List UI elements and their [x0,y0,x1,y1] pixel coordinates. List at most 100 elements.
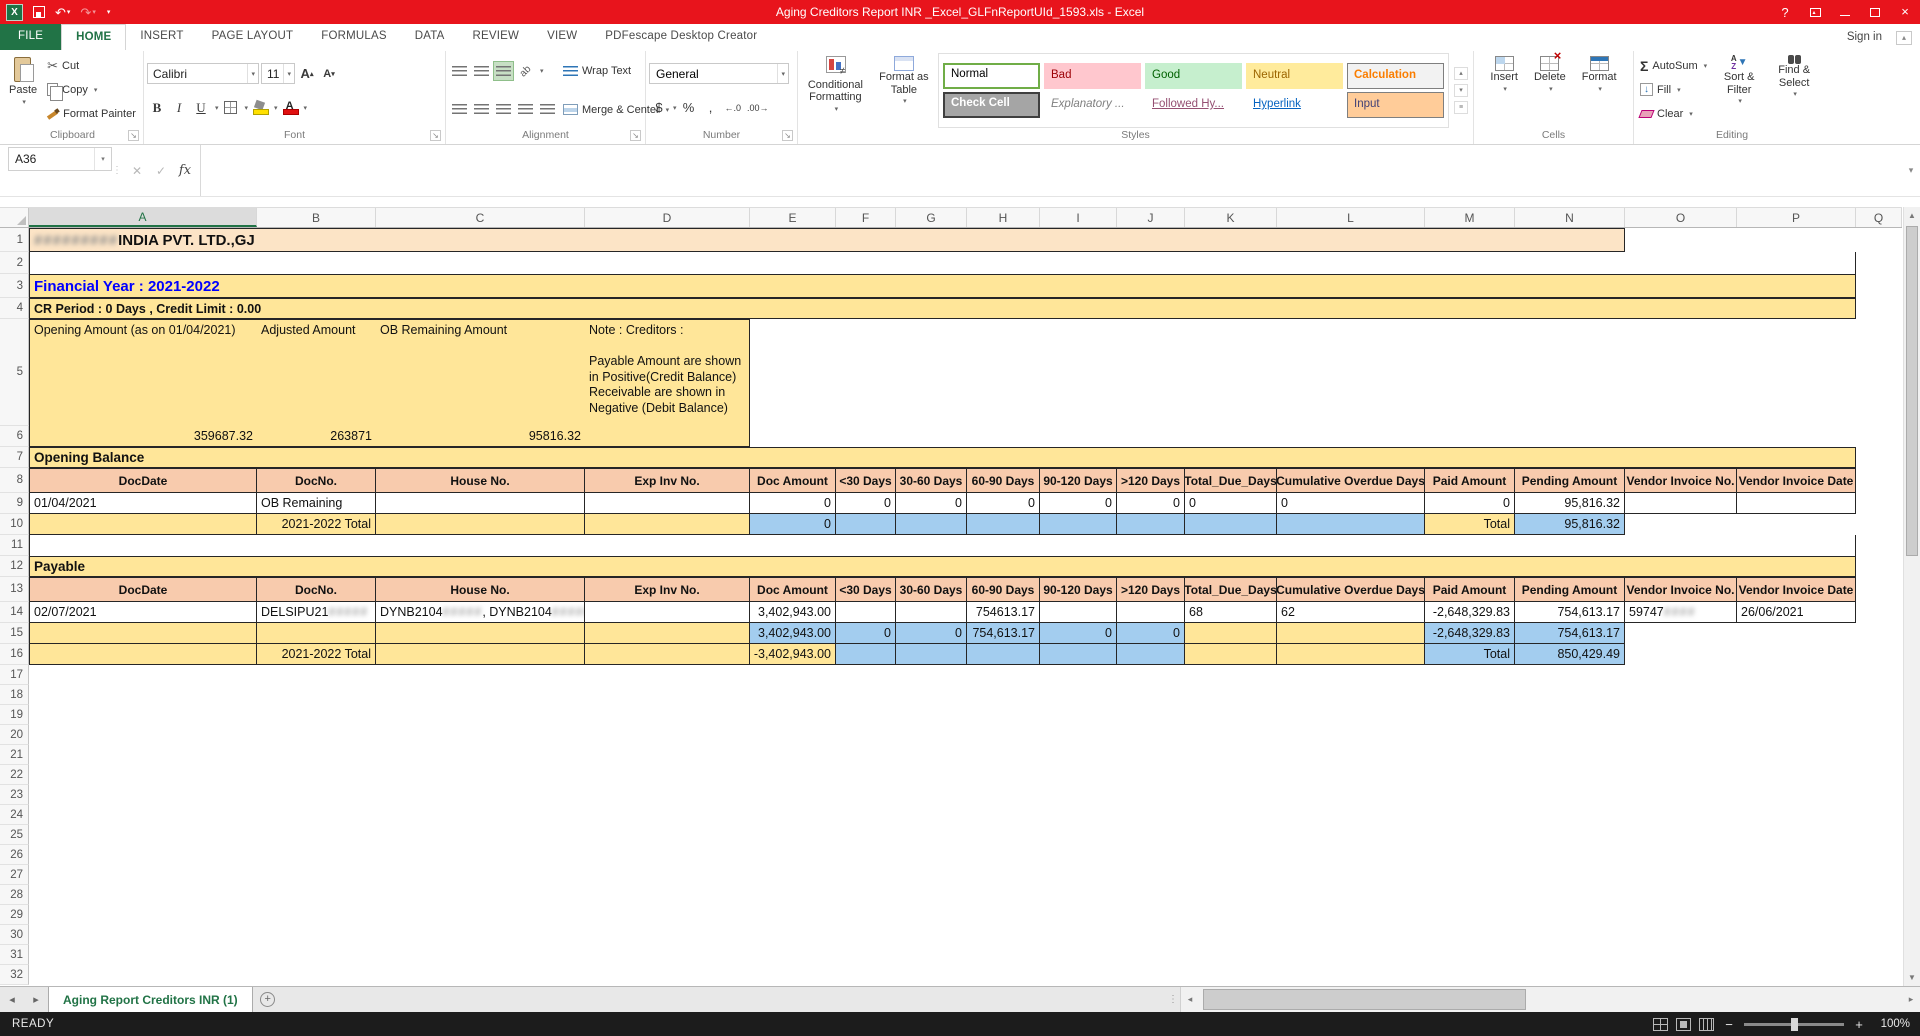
cell-O8[interactable]: Vendor Invoice No. [1625,468,1737,493]
cell-A1[interactable]: ######### INDIA PVT. LTD.,GJ [29,228,1625,252]
cell-A4[interactable]: CR Period : 0 Days , Credit Limit : 0.00 [29,298,1856,319]
name-box-dropdown-icon[interactable]: ▾ [94,148,111,170]
cell-L15[interactable] [1277,623,1425,644]
row-header-20[interactable]: 20 [0,725,29,745]
column-header-H[interactable]: H [967,208,1040,227]
confirm-entry-icon[interactable]: ✓ [150,164,172,178]
cell-I10[interactable] [1040,514,1117,535]
row-header-1[interactable]: 1 [0,228,29,252]
row-header-18[interactable]: 18 [0,685,29,705]
cell-P13[interactable]: Vendor Invoice Date [1737,577,1856,602]
cell-A11[interactable] [29,535,1856,556]
cell-I13[interactable]: 90-120 Days [1040,577,1117,602]
zoom-level[interactable]: 100% [1874,1018,1910,1030]
restore-button[interactable] [1860,0,1890,24]
cell-J14[interactable] [1117,602,1185,623]
cell-A7[interactable]: Opening Balance [29,447,1856,468]
row-header-32[interactable]: 32 [0,965,29,985]
font-dialog-launcher[interactable]: ↘ [430,130,441,141]
cell-C13[interactable]: House No. [376,577,585,602]
cell-style-hyp[interactable]: Hyperlink [1246,92,1343,118]
cell-N10[interactable]: 95,816.32 [1515,514,1625,535]
cell-E15[interactable]: 3,402,943.00 [750,623,836,644]
tab-insert[interactable]: INSERT [126,24,197,50]
cell-M15[interactable]: -2,648,329.83 [1425,623,1515,644]
row-header-22[interactable]: 22 [0,765,29,785]
cell-C10[interactable] [376,514,585,535]
cell-style-good[interactable]: Good [1145,63,1242,89]
format-as-table-button[interactable]: Format as Table▾ [873,53,935,128]
column-header-L[interactable]: L [1277,208,1425,227]
cell-K15[interactable] [1185,623,1277,644]
fill-button[interactable]: ↓Fill▾ [1637,79,1710,100]
row-header-5[interactable]: 5 [0,319,29,426]
tab-data[interactable]: DATA [401,24,459,50]
cell-J8[interactable]: >120 Days [1117,468,1185,493]
redo-button[interactable]: ↷▾ [80,6,95,19]
cell-H13[interactable]: 60-90 Days [967,577,1040,602]
sheet-tab-active[interactable]: Aging Report Creditors INR (1) [48,987,253,1012]
row-header-2[interactable]: 2 [0,252,29,274]
cell-K13[interactable]: Total_Due_Days [1185,577,1277,602]
tab-home[interactable]: HOME [61,24,126,50]
column-header-I[interactable]: I [1040,208,1117,227]
insert-cells-button[interactable]: Insert▾ [1486,53,1522,128]
cell-style-fhy[interactable]: Followed Hy... [1145,92,1242,118]
cell-I16[interactable] [1040,644,1117,665]
cell-style-expl[interactable]: Explanatory ... [1044,92,1141,118]
cell-A2[interactable] [29,252,1856,274]
cell-B16[interactable]: 2021-2022 Total [257,644,376,665]
column-header-C[interactable]: C [376,208,585,227]
cell-M16[interactable]: Total [1425,644,1515,665]
row-header-21[interactable]: 21 [0,745,29,765]
row-header-6[interactable]: 6 [0,426,29,447]
cell-C9[interactable] [376,493,585,514]
cell-style-bad[interactable]: Bad [1044,63,1141,89]
cell-C14[interactable]: DYNB2104#####, DYNB2104##### [376,602,585,623]
cell-D14[interactable] [585,602,750,623]
cell-J15[interactable]: 0 [1117,623,1185,644]
help-button[interactable]: ? [1770,0,1800,24]
cell-L16[interactable] [1277,644,1425,665]
cell-B14[interactable]: DELSIPU21##### [257,602,376,623]
middle-align-button[interactable] [471,61,491,81]
cell-N15[interactable]: 754,613.17 [1515,623,1625,644]
italic-button[interactable]: I [169,98,189,118]
cell-D5[interactable]: Note : Creditors : Payable Amount are sh… [585,319,750,447]
paste-button[interactable]: Paste▾ [5,53,41,128]
cell-F9[interactable]: 0 [836,493,896,514]
cell-F15[interactable]: 0 [836,623,896,644]
cell-A12[interactable]: Payable [29,556,1856,577]
column-header-G[interactable]: G [896,208,967,227]
cell-N13[interactable]: Pending Amount [1515,577,1625,602]
cell-P9[interactable] [1737,493,1856,514]
cell-C5[interactable]: OB Remaining Amount [376,319,585,426]
cell-L8[interactable]: Cumulative Overdue Days [1277,468,1425,493]
cell-C16[interactable] [376,644,585,665]
cell-M10[interactable]: Total [1425,514,1515,535]
cell-G9[interactable]: 0 [896,493,967,514]
delete-cells-button[interactable]: Delete▾ [1530,53,1570,128]
cell-J16[interactable] [1117,644,1185,665]
cell-M8[interactable]: Paid Amount [1425,468,1515,493]
cell-H16[interactable] [967,644,1040,665]
cell-style-input[interactable]: Input [1347,92,1444,118]
column-header-K[interactable]: K [1185,208,1277,227]
column-header-P[interactable]: P [1737,208,1856,227]
undo-button[interactable]: ↶▾ [55,6,70,19]
cell-D10[interactable] [585,514,750,535]
cell-E10[interactable]: 0 [750,514,836,535]
cell-K14[interactable]: 68 [1185,602,1277,623]
insert-function-icon[interactable]: fx [174,163,196,178]
cell-K9[interactable]: 0 [1185,493,1277,514]
gallery-up-icon[interactable]: ▴ [1454,67,1468,80]
cell-A6[interactable]: 359687.32 [29,426,257,447]
tab-file[interactable]: FILE [0,24,61,50]
cell-M13[interactable]: Paid Amount [1425,577,1515,602]
row-header-17[interactable]: 17 [0,665,29,685]
alignment-dialog-launcher[interactable]: ↘ [630,130,641,141]
cell-N9[interactable]: 95,816.32 [1515,493,1625,514]
collapse-ribbon-icon[interactable]: ▴ [1896,31,1912,45]
row-header-16[interactable]: 16 [0,644,29,665]
font-name-select[interactable]: Calibri▾ [147,63,259,84]
